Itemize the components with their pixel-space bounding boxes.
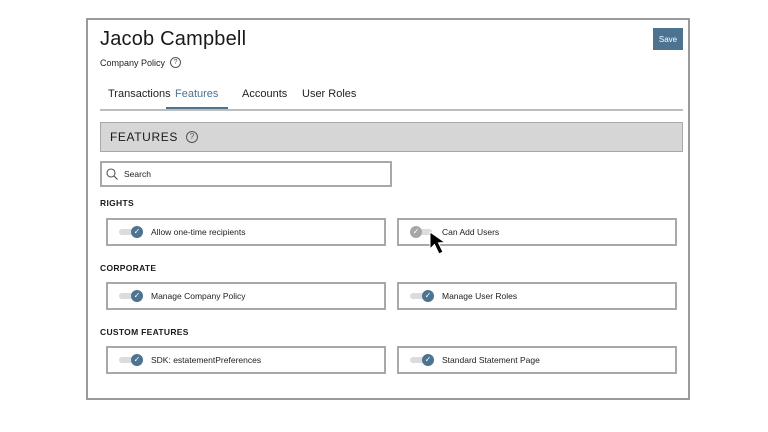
mouse-pointer-icon xyxy=(429,231,447,255)
tab-accounts[interactable]: Accounts xyxy=(242,88,287,107)
company-policy-subtitle: Company Policy ? xyxy=(100,57,182,68)
feature-label: Manage Company Policy xyxy=(151,291,246,301)
search-box[interactable] xyxy=(100,161,392,187)
toggle-switch[interactable]: ✓ xyxy=(119,290,143,302)
help-circle-icon[interactable]: ? xyxy=(170,57,182,68)
toggle-switch[interactable]: ✓ xyxy=(410,354,434,366)
toggle-switch[interactable]: ✓ xyxy=(410,290,434,302)
search-input[interactable] xyxy=(124,169,364,179)
feature-toggle-manage-company-policy[interactable]: ✓ Manage Company Policy xyxy=(106,282,386,310)
features-title: FEATURES xyxy=(110,130,178,144)
toggle-switch[interactable]: ✓ xyxy=(119,226,143,238)
user-settings-panel: Jacob Campbell Company Policy ? Save Tra… xyxy=(86,18,690,400)
magnifier-icon xyxy=(106,168,118,180)
section-label-custom-features: CUSTOM FEATURES xyxy=(100,327,189,337)
features-header: FEATURES ? xyxy=(100,122,683,152)
section-label-corporate: CORPORATE xyxy=(100,263,157,273)
section-label-rights: RIGHTS xyxy=(100,198,134,208)
page-title: Jacob Campbell xyxy=(100,28,247,50)
feature-label: Manage User Roles xyxy=(442,291,518,301)
check-icon: ✓ xyxy=(422,290,434,302)
check-icon: ✓ xyxy=(422,354,434,366)
tab-bar: Transactions Features Accounts User Role… xyxy=(100,84,683,111)
check-icon: ✓ xyxy=(131,354,143,366)
help-circle-icon[interactable]: ? xyxy=(185,131,198,143)
tab-user-roles[interactable]: User Roles xyxy=(302,88,356,107)
feature-toggle-manage-user-roles[interactable]: ✓ Manage User Roles xyxy=(397,282,677,310)
check-icon: ✓ xyxy=(131,290,143,302)
tab-transactions[interactable]: Transactions xyxy=(108,88,171,107)
feature-toggle-standard-statement-page[interactable]: ✓ Standard Statement Page xyxy=(397,346,677,374)
feature-label: Allow one-time recipients xyxy=(151,227,246,237)
feature-label: SDK: estatementPreferences xyxy=(151,355,262,365)
subtitle-label: Company Policy xyxy=(100,57,166,68)
tab-features[interactable]: Features xyxy=(166,88,229,109)
check-icon: ✓ xyxy=(410,226,422,238)
feature-label: Standard Statement Page xyxy=(442,355,540,365)
feature-toggle-allow-one-time-recipients[interactable]: ✓ Allow one-time recipients xyxy=(106,218,386,246)
toggle-switch[interactable]: ✓ xyxy=(119,354,143,366)
save-button[interactable]: Save xyxy=(653,28,683,50)
feature-toggle-sdk-estatement-preferences[interactable]: ✓ SDK: estatementPreferences xyxy=(106,346,386,374)
check-icon: ✓ xyxy=(131,226,143,238)
